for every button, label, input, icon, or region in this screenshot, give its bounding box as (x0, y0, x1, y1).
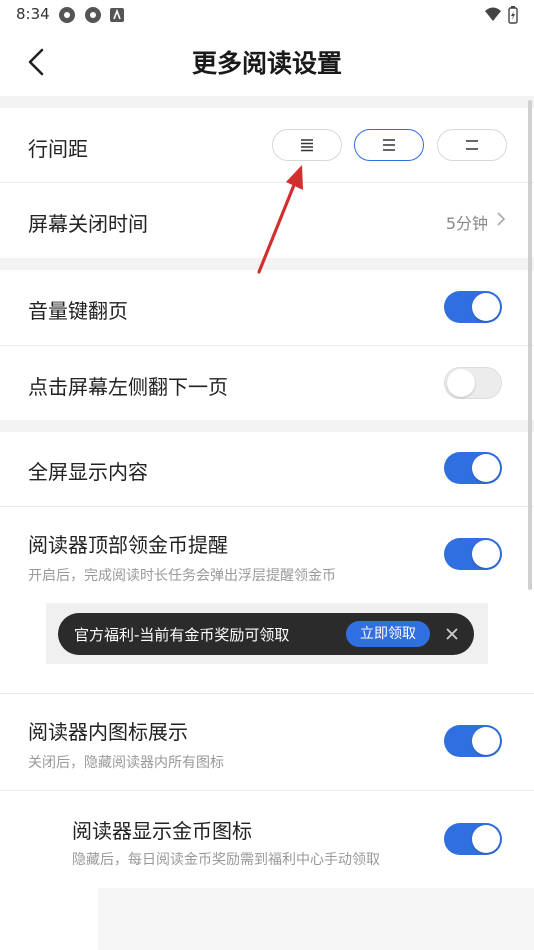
coin-icon-label: 阅读器显示金币图标 (72, 819, 252, 843)
coin-reminder-toggle[interactable] (444, 538, 502, 570)
claim-now-button[interactable]: 立即领取 (346, 621, 430, 647)
fullscreen-toggle[interactable] (444, 452, 502, 484)
coin-reminder-description: 开启后，完成阅读时长任务会弹出浮层提醒领金币 (28, 568, 336, 584)
spacing-dense-icon (301, 139, 313, 152)
status-notification-icons (58, 6, 124, 24)
coin-reward-banner: 官方福利-当前有金币奖励可领取 立即领取 (58, 613, 474, 655)
header: 更多阅读设置 (0, 30, 534, 96)
page-title: 更多阅读设置 (191, 49, 342, 78)
battery-icon (508, 6, 518, 24)
coin-icon-description: 隐藏后，每日阅读金币奖励需到福利中心手动领取 (72, 852, 380, 868)
a-notification-icon (110, 8, 124, 22)
app-notification-icon (85, 7, 101, 23)
toggle-knob (472, 727, 500, 755)
section-separator (0, 420, 534, 432)
section-separator (0, 96, 534, 108)
icon-display-label: 阅读器内图标展示 (28, 720, 188, 744)
toggle-knob (472, 454, 500, 482)
screen-timeout-label: 屏幕关闭时间 (28, 212, 148, 236)
spacing-option-dense[interactable] (272, 129, 342, 161)
wifi-icon (485, 7, 501, 21)
status-time: 8:34 (16, 5, 50, 23)
fullscreen-row: 全屏显示内容 (0, 432, 530, 506)
screen-timeout-row[interactable]: 屏幕关闭时间 5分钟 (0, 183, 530, 258)
status-system-icons (484, 6, 518, 24)
tap-left-next-toggle[interactable] (444, 367, 502, 399)
coin-reminder-row: 阅读器顶部领金币提醒 开启后，完成阅读时长任务会弹出浮层提醒领金币 (0, 507, 530, 693)
spacing-option-medium[interactable] (354, 129, 424, 161)
chevron-right-icon (497, 212, 506, 226)
line-spacing-label: 行间距 (28, 137, 88, 161)
coin-icon-row: 阅读器显示金币图标 隐藏后，每日阅读金币奖励需到福利中心手动领取 (0, 791, 530, 887)
icon-display-toggle[interactable] (444, 725, 502, 757)
toggle-knob (447, 369, 475, 397)
banner-text: 官方福利-当前有金币奖励可领取 (74, 626, 290, 644)
app-notification-icon (59, 7, 75, 23)
spacing-wide-icon (466, 140, 478, 150)
screen-timeout-value: 5分钟 (445, 214, 488, 233)
fullscreen-label: 全屏显示内容 (28, 460, 148, 484)
toggle-knob (472, 825, 500, 853)
toggle-knob (472, 540, 500, 568)
volume-key-flip-row: 音量键翻页 (0, 270, 530, 345)
coin-reminder-label: 阅读器顶部领金币提醒 (28, 533, 228, 557)
coin-icon-preview (98, 888, 534, 950)
volume-key-flip-toggle[interactable] (444, 291, 502, 323)
status-bar: 8:34 (0, 0, 534, 30)
section-separator (0, 258, 534, 270)
coin-icon-toggle[interactable] (444, 823, 502, 855)
banner-preview: 官方福利-当前有金币奖励可领取 立即领取 (46, 603, 488, 664)
toggle-knob (472, 293, 500, 321)
icon-display-description: 关闭后，隐藏阅读器内所有图标 (28, 755, 224, 771)
spacing-option-wide[interactable] (437, 129, 507, 161)
tap-left-next-row: 点击屏幕左侧翻下一页 (0, 346, 530, 420)
volume-key-flip-label: 音量键翻页 (28, 299, 128, 323)
close-icon[interactable] (442, 624, 462, 644)
tap-left-next-label: 点击屏幕左侧翻下一页 (28, 375, 228, 399)
icon-display-row: 阅读器内图标展示 关闭后，隐藏阅读器内所有图标 (0, 694, 530, 790)
line-spacing-row: 行间距 (0, 108, 530, 182)
scrollbar[interactable] (528, 100, 532, 590)
spacing-medium-icon (383, 139, 395, 151)
